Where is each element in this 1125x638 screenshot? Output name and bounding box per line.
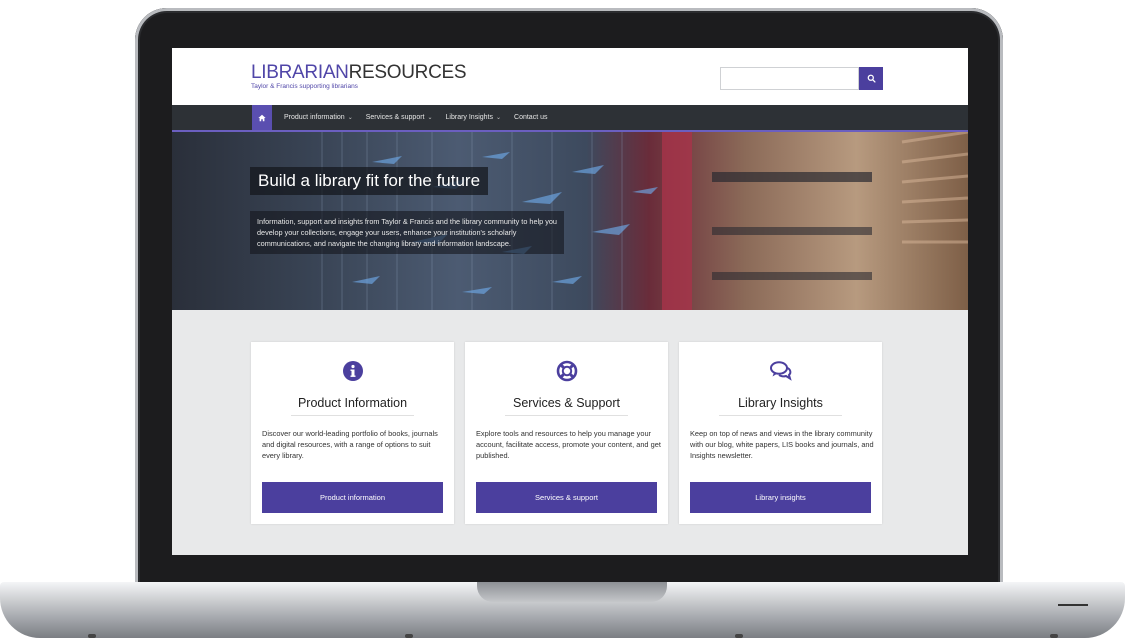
life-ring-icon [556,360,577,382]
nav-item-library-insights[interactable]: Library Insights ⌄ [446,114,502,121]
chevron-down-icon: ⌄ [495,115,502,121]
logo-tagline: Taylor & Francis supporting librarians [251,83,358,90]
card-product-information: Product Information Discover our world-l… [251,342,454,524]
nav-item-product-information[interactable]: Product information ⌄ [284,114,353,121]
chevron-down-icon: ⌄ [427,115,433,121]
card-icon-wrap [465,360,668,382]
nav-item-label: Product information [284,114,345,121]
laptop-indicator [1058,604,1088,606]
nav-home-button[interactable] [252,105,272,130]
nav-item-label: Contact us [514,114,548,121]
card-icon-wrap [251,360,454,382]
card-title: Library Insights [738,396,823,410]
hero-title: Build a library fit for the future [258,171,481,190]
logo-part-librarian: LIBRARIAN [251,62,349,83]
search-icon [867,74,876,83]
card-icon-wrap [679,360,882,382]
card-description: Discover our world-leading portfolio of … [262,429,438,460]
card-divider [505,415,628,416]
search-button[interactable] [859,67,883,90]
hero-title-box: Build a library fit for the future [250,167,489,195]
nav-item-contact-us[interactable]: Contact us [514,114,547,121]
feature-cards: Product Information Discover our world-l… [251,342,883,524]
site-header: LIBRARIANRESOURCES Taylor & Francis supp… [172,48,968,105]
laptop-foot [1050,634,1058,638]
search-input[interactable] [720,67,859,90]
library-insights-button[interactable]: Library insights [690,482,871,513]
laptop-foot [735,634,743,638]
info-circle-icon [342,361,363,381]
chevron-down-icon: ⌄ [347,115,353,121]
website-screen: LIBRARIANRESOURCES Taylor & Francis supp… [172,48,968,555]
logo-part-resources: RESOURCES [348,62,467,83]
card-description: Keep on top of news and views in the lib… [690,429,874,460]
hero-banner: Build a library fit for the future Infor… [172,132,968,310]
site-logo[interactable]: LIBRARIANRESOURCES Taylor & Francis supp… [251,62,467,91]
hero-text-box: Information, support and insights from T… [250,211,564,254]
laptop-foot [405,634,413,638]
card-title: Product Information [297,396,408,410]
services-support-button[interactable]: Services & support [476,482,657,513]
card-divider [719,415,842,416]
card-library-insights: Library Insights Keep on top of news and… [679,342,882,524]
nav-item-label: Services & support [365,114,425,121]
main-nav: Product information ⌄ Services & support ⌄… [172,105,968,132]
card-services-support: Services & Support Explore tools and res… [465,342,668,524]
nav-item-label: Library Insights [445,114,493,121]
card-title: Services & Support [513,396,620,410]
laptop-foot [88,634,96,638]
chat-bubbles-icon [769,361,792,381]
card-divider [291,415,414,416]
laptop-notch [477,582,667,602]
home-icon [258,114,266,121]
product-information-button[interactable]: Product information [262,482,443,513]
nav-item-services-support[interactable]: Services & support ⌄ [366,114,433,121]
logo-wordmark: LIBRARIANRESOURCES [251,62,467,83]
card-description: Explore tools and resources to help you … [476,429,661,460]
hero-description: Information, support and insights from T… [257,217,557,248]
nav-items: Product information ⌄ Services & support ⌄… [284,105,547,130]
